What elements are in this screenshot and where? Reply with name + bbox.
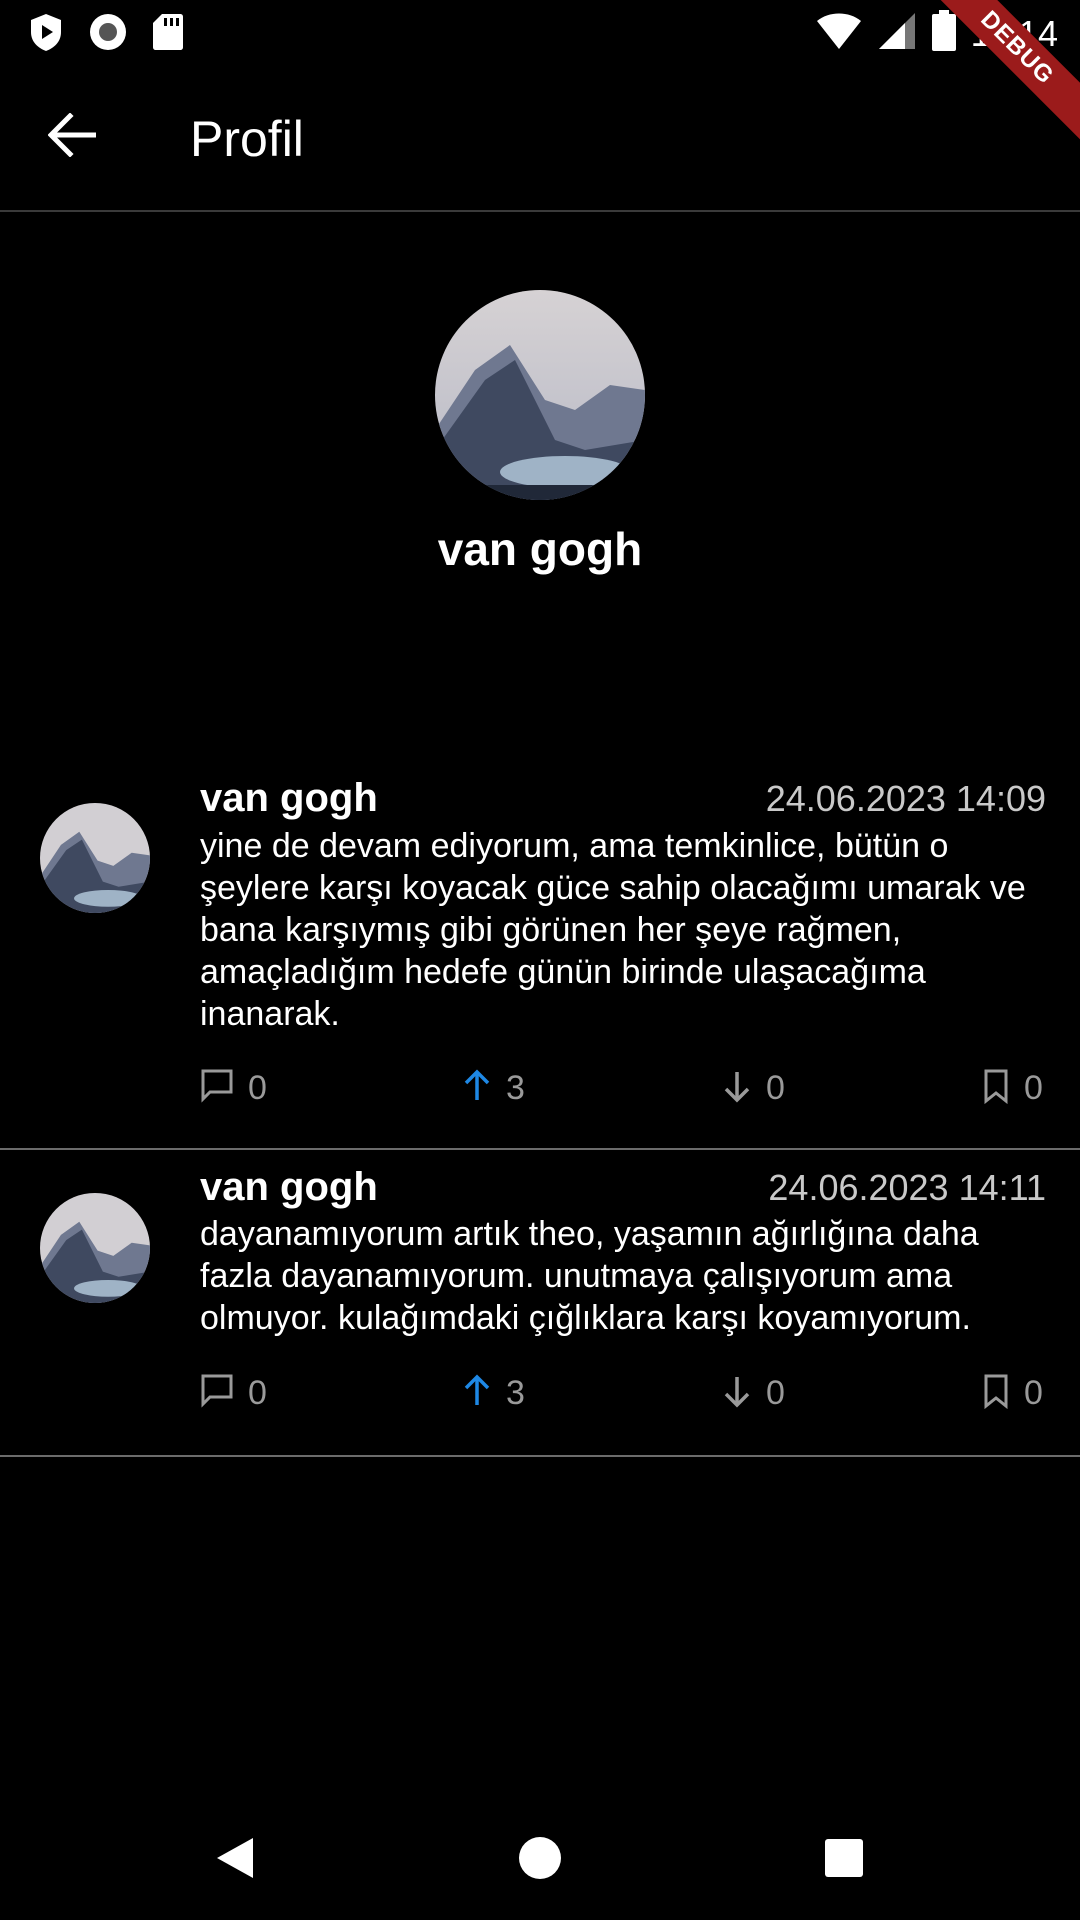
back-button[interactable] bbox=[38, 102, 108, 172]
arrow-up-icon bbox=[462, 1373, 492, 1414]
post-card[interactable]: van gogh 24.06.2023 14:11 dayanamıyorum … bbox=[0, 1151, 1080, 1457]
recents-square-icon bbox=[823, 1837, 865, 1884]
upvote-count: 3 bbox=[506, 1374, 525, 1412]
comment-count: 0 bbox=[248, 1374, 267, 1412]
system-nav-bar bbox=[0, 1800, 1080, 1920]
bookmark-button[interactable]: 0 bbox=[982, 1068, 1043, 1109]
upvote-count: 3 bbox=[506, 1069, 525, 1107]
arrow-down-icon bbox=[722, 1373, 752, 1414]
profile-avatar[interactable] bbox=[435, 290, 645, 500]
post-author: van gogh bbox=[200, 1165, 378, 1209]
nav-back-button[interactable] bbox=[205, 1830, 265, 1890]
post-card[interactable]: van gogh 24.06.2023 14:09 yine de devam … bbox=[0, 770, 1080, 1150]
landscape-image bbox=[40, 1193, 150, 1303]
comment-button[interactable]: 0 bbox=[200, 1373, 267, 1414]
status-bar: 11:14 DEBUG bbox=[0, 0, 1080, 144]
page-title: Profil bbox=[190, 111, 304, 167]
upvote-button[interactable]: 3 bbox=[462, 1068, 525, 1109]
arrow-down-icon bbox=[722, 1068, 752, 1109]
landscape-image bbox=[435, 290, 645, 500]
bookmark-count: 0 bbox=[1024, 1374, 1043, 1412]
record-icon bbox=[88, 12, 128, 57]
bookmark-button[interactable]: 0 bbox=[982, 1373, 1043, 1414]
app-bar: Profil bbox=[0, 64, 1080, 212]
upvote-button[interactable]: 3 bbox=[462, 1373, 525, 1414]
downvote-button[interactable]: 0 bbox=[722, 1068, 785, 1109]
wifi-icon bbox=[815, 11, 863, 56]
downvote-count: 0 bbox=[766, 1069, 785, 1107]
bookmark-count: 0 bbox=[1024, 1069, 1043, 1107]
arrow-left-icon bbox=[47, 111, 98, 162]
post-body: yine de devam ediyorum, ama temkinlice, … bbox=[200, 827, 1026, 1033]
post-actions: 0 3 0 0 bbox=[0, 1068, 1080, 1118]
back-triangle-icon bbox=[213, 1834, 257, 1887]
comment-count: 0 bbox=[248, 1069, 267, 1107]
home-circle-icon bbox=[518, 1836, 562, 1885]
nav-recents-button[interactable] bbox=[814, 1830, 874, 1890]
bookmark-icon bbox=[982, 1068, 1010, 1109]
landscape-image bbox=[40, 803, 150, 913]
downvote-count: 0 bbox=[766, 1374, 785, 1412]
bookmark-icon bbox=[982, 1373, 1010, 1414]
post-avatar[interactable] bbox=[40, 1193, 150, 1303]
post-timestamp: 24.06.2023 14:11 bbox=[768, 1167, 1046, 1208]
arrow-up-icon bbox=[462, 1068, 492, 1109]
profile-name: van gogh bbox=[437, 523, 643, 575]
comment-icon bbox=[200, 1373, 234, 1414]
post-body: dayanamıyorum artık theo, yaşamın ağırlı… bbox=[200, 1215, 979, 1337]
play-protect-icon bbox=[28, 12, 64, 57]
post-timestamp: 24.06.2023 14:09 bbox=[765, 778, 1046, 819]
downvote-button[interactable]: 0 bbox=[722, 1373, 785, 1414]
battery-icon bbox=[931, 10, 957, 57]
post-actions: 0 3 0 0 bbox=[0, 1373, 1080, 1423]
post-avatar[interactable] bbox=[40, 803, 150, 913]
comment-button[interactable]: 0 bbox=[200, 1068, 267, 1109]
post-author: van gogh bbox=[200, 776, 378, 820]
sd-card-icon bbox=[152, 12, 184, 57]
comment-icon bbox=[200, 1068, 234, 1109]
signal-icon bbox=[877, 11, 917, 56]
nav-home-button[interactable] bbox=[510, 1830, 570, 1890]
